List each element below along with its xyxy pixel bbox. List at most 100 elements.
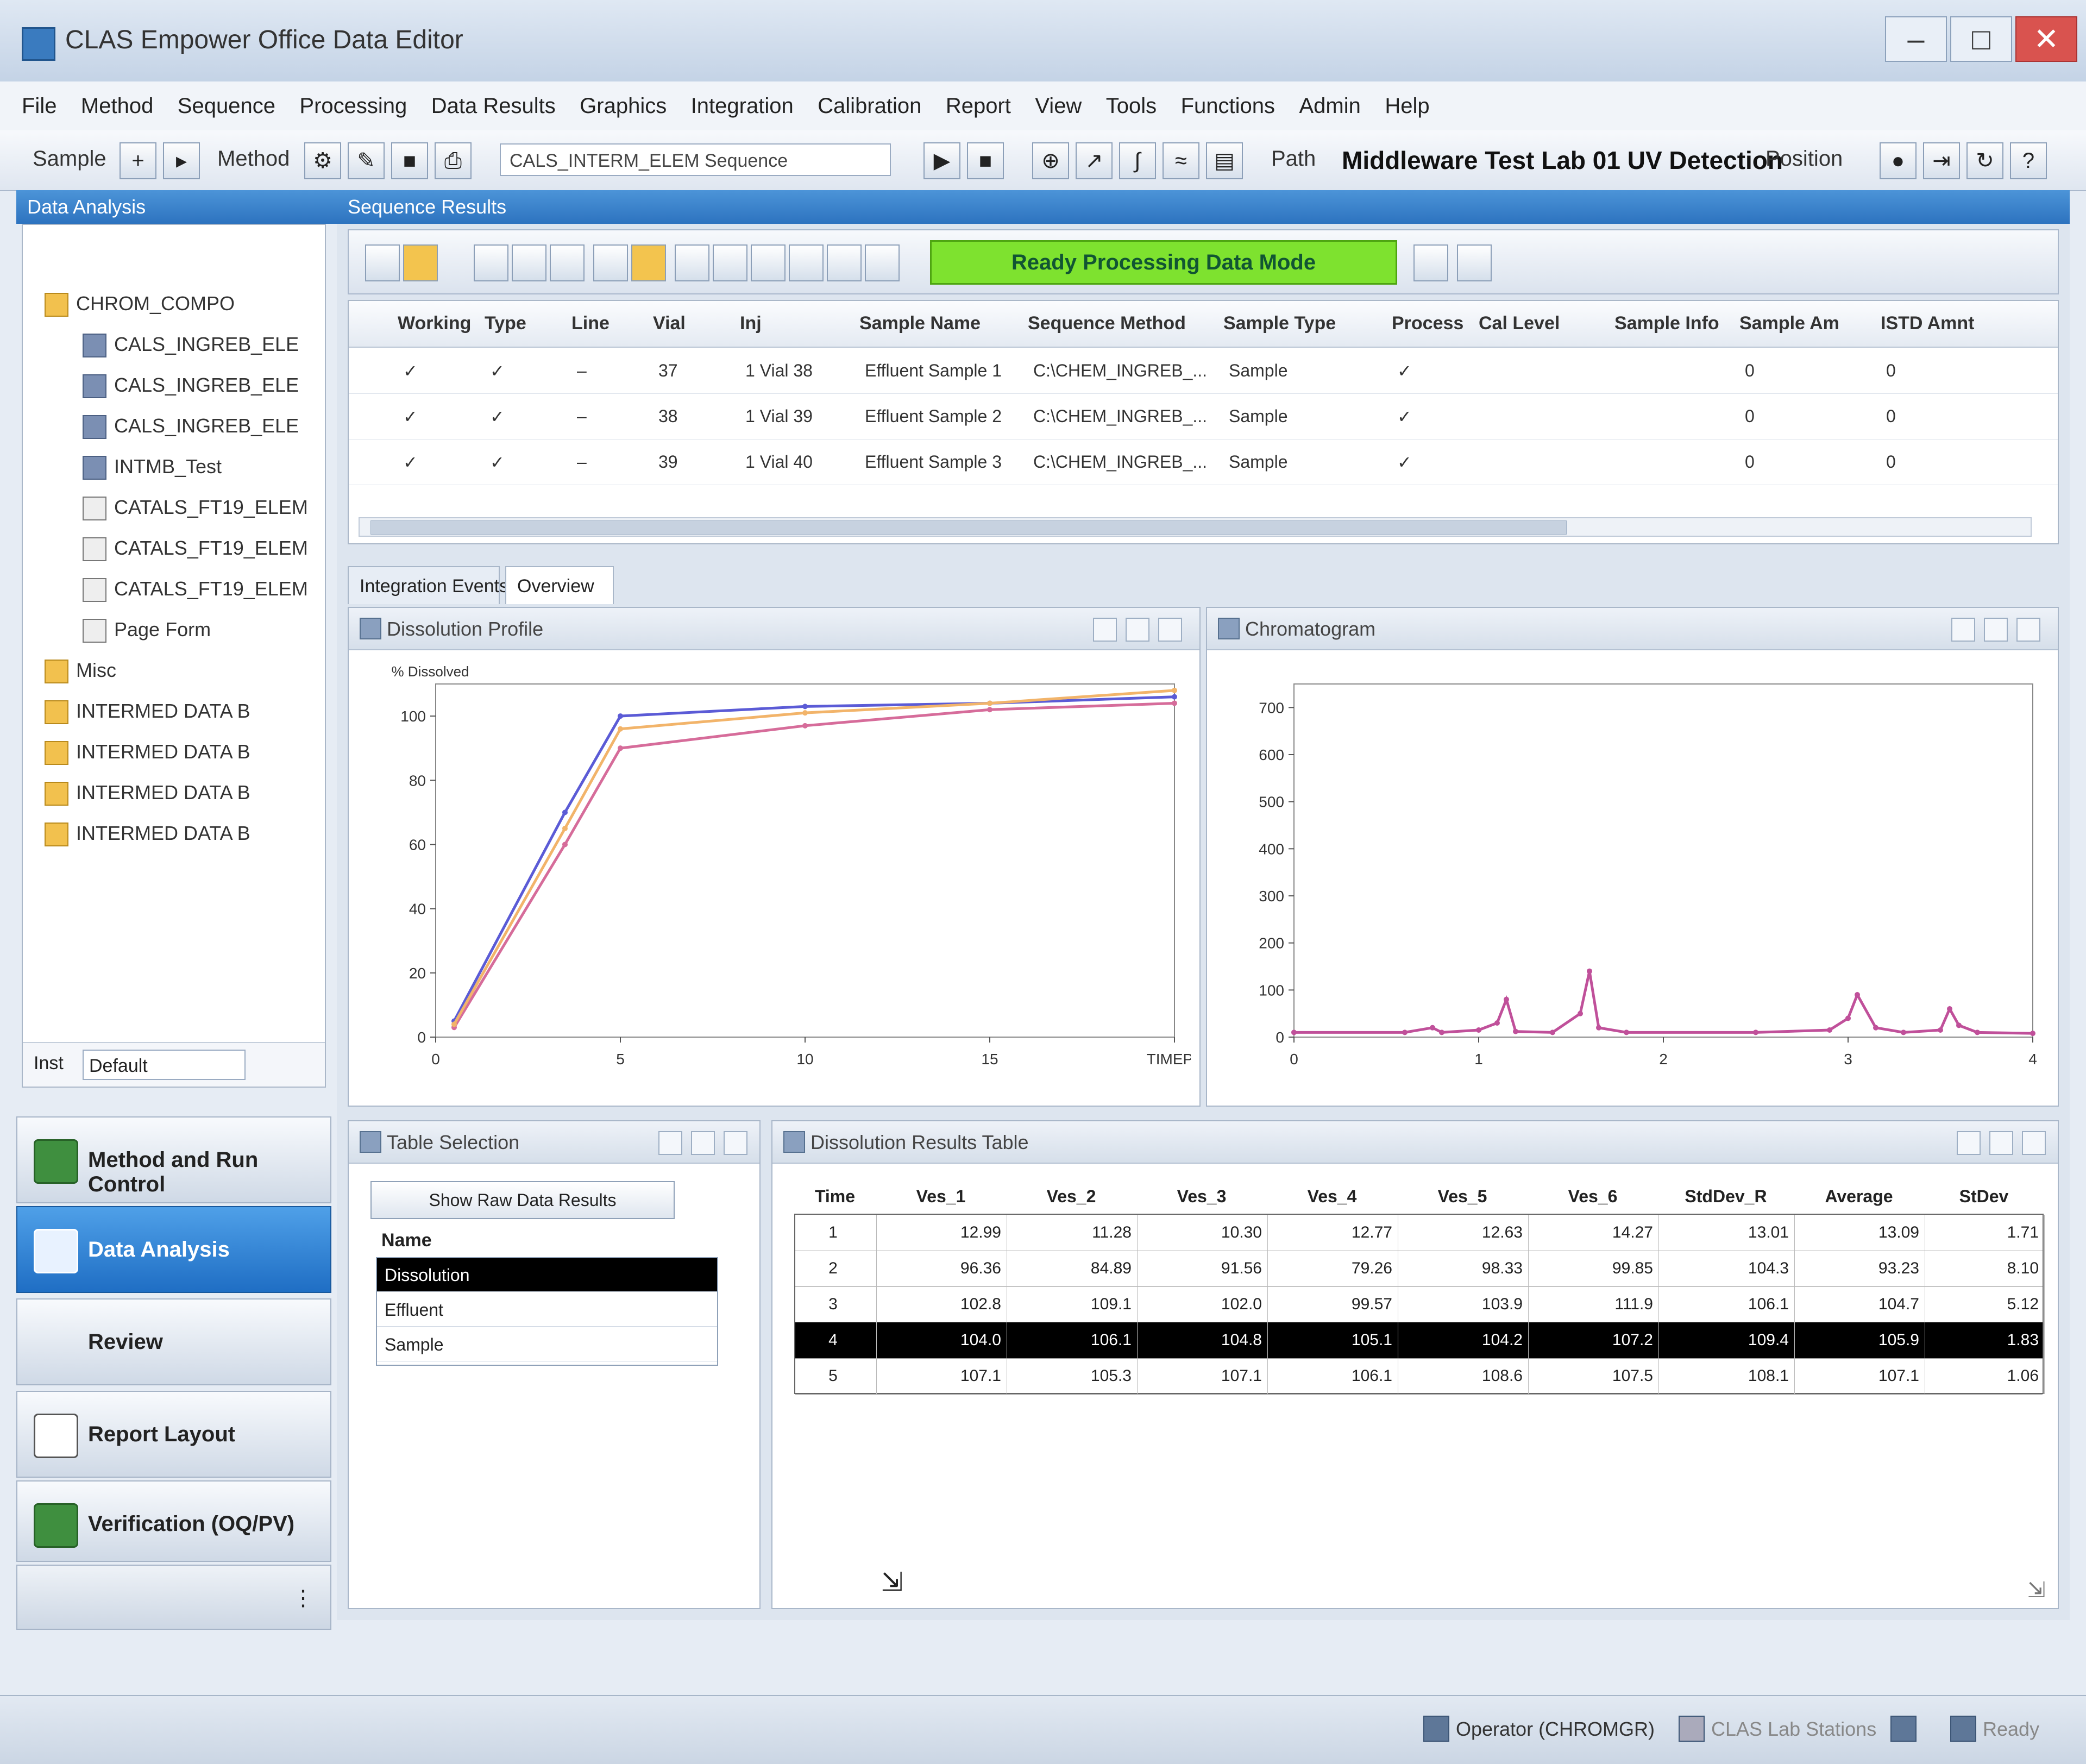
minimize-button[interactable]: – [1885, 16, 1947, 62]
grid-horizontal-scrollbar[interactable] [359, 517, 2032, 537]
tree-item[interactable]: CALS_INGREB_ELE [83, 366, 299, 404]
tree-item[interactable]: CATALS_FT19_ELEM [83, 570, 308, 608]
close-icon[interactable] [2016, 618, 2040, 642]
new-sample-icon[interactable]: + [120, 142, 156, 179]
column-header[interactable]: Process [1392, 313, 1463, 334]
column-header[interactable]: Type [485, 313, 526, 334]
tree-item[interactable]: INTERMED DATA B [45, 692, 250, 730]
tree-item[interactable]: CHROM_COMPO [45, 285, 235, 323]
lock-icon[interactable]: ● [1880, 142, 1917, 179]
folder-icon[interactable] [403, 244, 438, 281]
table-row[interactable]: 5 107.1 105.3 107.1 106.1 108.6 107.5 108.1 107.… [795, 1358, 2045, 1395]
menu-report[interactable]: Report [946, 81, 1011, 130]
tab-overview[interactable]: Overview [505, 566, 614, 604]
menu-view[interactable]: View [1035, 81, 1082, 130]
refresh-icon[interactable]: ↻ [1966, 142, 2003, 179]
lock-icon[interactable] [865, 244, 900, 281]
column-header[interactable]: Sample Type [1223, 313, 1336, 334]
table-row[interactable]: 4 104.0 106.1 104.8 105.1 104.2 107.2 109.4 105.… [795, 1322, 2045, 1359]
maximize-icon[interactable] [1989, 1131, 2013, 1155]
arrow-down-icon[interactable] [1413, 244, 1448, 281]
chart-icon[interactable]: ↗ [1076, 142, 1113, 179]
list-item[interactable]: Effluent [377, 1293, 717, 1327]
table-row[interactable]: ✓ ✓ – 37 1 Vial 38 Effluent Sample 1 C:\CHEM_I… [349, 348, 2058, 394]
menu-file[interactable]: File [22, 81, 56, 130]
menu-tools[interactable]: Tools [1106, 81, 1157, 130]
column-header[interactable]: StdDev_R [1658, 1178, 1794, 1214]
filter-select[interactable]: Default [83, 1050, 246, 1080]
flask-icon[interactable] [474, 244, 508, 281]
open-icon[interactable] [631, 244, 666, 281]
menu-data-results[interactable]: Data Results [431, 81, 556, 130]
tree-item[interactable]: CALS_INGREB_ELE [83, 325, 299, 363]
close-icon[interactable] [724, 1131, 747, 1155]
menu-sequence[interactable]: Sequence [178, 81, 275, 130]
nav-expander[interactable]: ⋮ [16, 1565, 331, 1630]
save-icon[interactable]: ■ [391, 142, 428, 179]
nav-verification[interactable]: Verification (OQ/PV) [16, 1480, 331, 1562]
column-header[interactable]: Sample Name [859, 313, 981, 334]
tree-item[interactable]: INTMB_Test [83, 448, 222, 486]
sequence-select[interactable]: CALS_INTERM_ELEM Sequence [500, 143, 891, 176]
menu-help[interactable]: Help [1385, 81, 1429, 130]
print-icon[interactable] [789, 244, 824, 281]
integrate-icon[interactable]: ∫ [1119, 142, 1156, 179]
flask-icon[interactable] [550, 244, 585, 281]
column-header[interactable]: Sample Info [1614, 313, 1719, 334]
open-sample-icon[interactable]: ▸ [163, 142, 200, 179]
search-icon[interactable] [827, 244, 862, 281]
nav-review[interactable]: Review [16, 1298, 331, 1385]
column-header[interactable]: Working [398, 313, 471, 334]
column-header[interactable]: Average [1794, 1178, 1924, 1214]
minimize-icon[interactable] [1957, 1131, 1981, 1155]
menu-integration[interactable]: Integration [691, 81, 794, 130]
maximize-button[interactable]: □ [1950, 16, 2012, 62]
minimize-icon[interactable] [1951, 618, 1975, 642]
filter-icon[interactable] [593, 244, 628, 281]
scrollbar-thumb[interactable] [370, 520, 1567, 535]
table-row[interactable]: ✓ ✓ – 39 1 Vial 40 Effluent Sample 3 C:\CHEM_I… [349, 439, 2058, 485]
maximize-icon[interactable] [691, 1131, 715, 1155]
zoom-icon[interactable]: ⊕ [1032, 142, 1069, 179]
corner-grip-icon[interactable]: ⇲ [2027, 1578, 2046, 1603]
chromatogram-chart[interactable]: 0 100 200 300 400 500 600 700 0 1 2 3 4 [1218, 657, 2049, 1097]
settings-icon[interactable] [713, 244, 747, 281]
list-item[interactable]: Sample [377, 1328, 717, 1361]
flask-icon[interactable] [512, 244, 546, 281]
column-header[interactable]: Inj [740, 313, 762, 334]
tree-item[interactable]: INTERMED DATA B [45, 814, 250, 852]
column-header[interactable]: Line [571, 313, 610, 334]
column-header[interactable]: Ves_3 [1136, 1178, 1267, 1214]
export-icon[interactable]: ⇥ [1923, 142, 1960, 179]
resize-grip-icon[interactable]: ⇲ [881, 1567, 903, 1597]
menu-calibration[interactable]: Calibration [818, 81, 921, 130]
menu-method[interactable]: Method [81, 81, 153, 130]
run-icon[interactable]: ▶ [923, 142, 960, 179]
tree-item[interactable]: CATALS_FT19_ELEM [83, 488, 308, 526]
report-icon[interactable]: ▤ [1206, 142, 1243, 179]
list-item[interactable]: Dissolution [377, 1258, 717, 1292]
calc-icon[interactable] [751, 244, 786, 281]
help-icon[interactable]: ? [2010, 142, 2047, 179]
column-header[interactable]: Cal Level [1479, 313, 1560, 334]
column-header[interactable]: ISTD Amnt [1881, 313, 1975, 334]
tree-item[interactable]: INTERMED DATA B [45, 733, 250, 771]
menu-admin[interactable]: Admin [1299, 81, 1361, 130]
column-header[interactable]: Sequence Method [1028, 313, 1186, 334]
minimize-icon[interactable] [658, 1131, 682, 1155]
info-icon[interactable] [1457, 244, 1492, 281]
minimize-icon[interactable] [1093, 618, 1117, 642]
menu-processing[interactable]: Processing [299, 81, 407, 130]
tree-item[interactable]: CATALS_FT19_ELEM [83, 529, 308, 567]
menu-graphics[interactable]: Graphics [580, 81, 667, 130]
tree-item[interactable]: Misc [45, 651, 116, 689]
tree-item[interactable]: Page Form [83, 611, 211, 649]
tab-integration-events[interactable]: Integration Events [348, 566, 508, 604]
lock-icon[interactable] [365, 244, 400, 281]
column-header[interactable]: StDev [1924, 1178, 2044, 1214]
maximize-icon[interactable] [1984, 618, 2008, 642]
column-header[interactable]: Vial [653, 313, 686, 334]
column-header[interactable]: Time [794, 1178, 876, 1214]
column-header[interactable]: Ves_5 [1397, 1178, 1528, 1214]
edit-icon[interactable] [675, 244, 709, 281]
